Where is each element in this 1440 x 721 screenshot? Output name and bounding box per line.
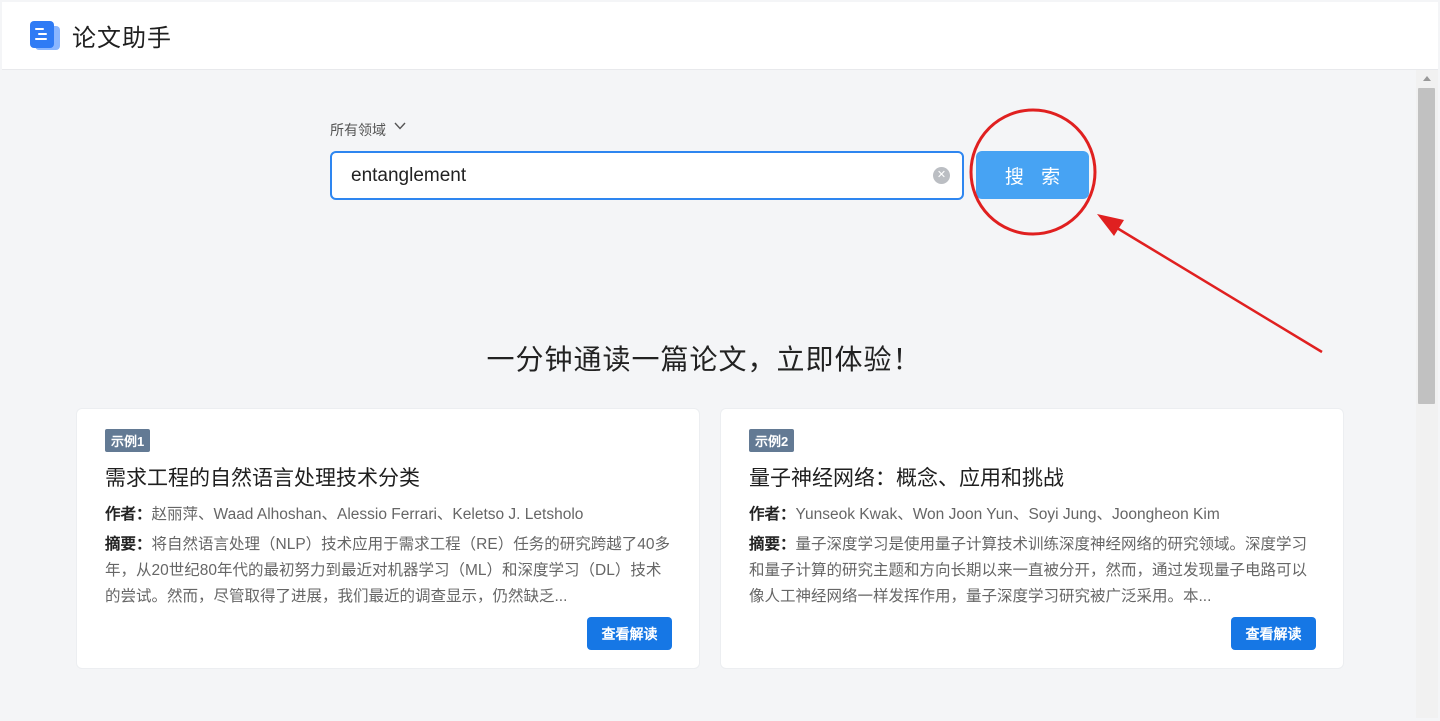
scroll-up-arrow-icon[interactable] bbox=[1423, 76, 1431, 81]
main-content: 所有领域 ✕ 搜 索 一分钟通读一篇论文，立即体验！ 示例1 需求工程的自然语言… bbox=[2, 70, 1416, 718]
example-card-1: 示例1 需求工程的自然语言处理技术分类 作者：赵丽萍、Waad Alhoshan… bbox=[76, 408, 700, 669]
domain-dropdown-label: 所有领域 bbox=[330, 122, 386, 138]
author-list: 赵丽萍、Waad Alhoshan、Alessio Ferrari、Kelets… bbox=[151, 506, 584, 523]
clear-icon[interactable]: ✕ bbox=[933, 167, 950, 184]
abstract-text: 量子深度学习是使用量子计算技术训练深度神经网络的研究领域。深度学习和量子计算的研… bbox=[749, 536, 1308, 605]
document-logo-icon bbox=[30, 20, 60, 51]
app-header: 论文助手 bbox=[2, 2, 1438, 70]
search-box: ✕ bbox=[330, 151, 964, 200]
author-label: 作者： bbox=[749, 506, 796, 523]
app-window: 论文助手 所有领域 ✕ 搜 索 一分钟通读一篇论文，立即体验！ 示例1 需求工程… bbox=[0, 0, 1440, 721]
paper-abstract: 摘要：将自然语言处理（NLP）技术应用于需求工程（RE）任务的研究跨越了40多年… bbox=[105, 532, 671, 610]
view-interpretation-button[interactable]: 查看解读 bbox=[1231, 617, 1316, 650]
abstract-label: 摘要： bbox=[105, 536, 152, 553]
domain-dropdown[interactable]: 所有领域 bbox=[330, 120, 406, 140]
example-badge: 示例2 bbox=[749, 429, 795, 452]
view-interpretation-button[interactable]: 查看解读 bbox=[587, 617, 672, 650]
vertical-scrollbar[interactable] bbox=[1416, 70, 1438, 718]
app-title: 论文助手 bbox=[72, 25, 172, 52]
author-label: 作者： bbox=[105, 506, 152, 523]
scroll-thumb[interactable] bbox=[1418, 88, 1435, 404]
search-button[interactable]: 搜 索 bbox=[976, 151, 1089, 199]
paper-authors: 作者：赵丽萍、Waad Alhoshan、Alessio Ferrari、Kel… bbox=[105, 502, 671, 524]
page-headline: 一分钟通读一篇论文，立即体验！ bbox=[486, 344, 922, 375]
paper-title[interactable]: 需求工程的自然语言处理技术分类 bbox=[105, 462, 671, 492]
paper-authors: 作者：Yunseok Kwak、Won Joon Yun、Soyi Jung、J… bbox=[749, 502, 1315, 524]
search-input[interactable] bbox=[351, 164, 911, 187]
abstract-label: 摘要： bbox=[749, 536, 796, 553]
author-list: Yunseok Kwak、Won Joon Yun、Soyi Jung、Joon… bbox=[795, 506, 1220, 523]
paper-abstract: 摘要：量子深度学习是使用量子计算技术训练深度神经网络的研究领域。深度学习和量子计… bbox=[749, 532, 1315, 610]
paper-title[interactable]: 量子神经网络：概念、应用和挑战 bbox=[749, 462, 1315, 492]
chevron-down-icon bbox=[394, 122, 406, 132]
abstract-text: 将自然语言处理（NLP）技术应用于需求工程（RE）任务的研究跨越了40多年，从2… bbox=[105, 536, 670, 605]
example-card-2: 示例2 量子神经网络：概念、应用和挑战 作者：Yunseok Kwak、Won … bbox=[720, 408, 1344, 669]
example-badge: 示例1 bbox=[105, 429, 151, 452]
